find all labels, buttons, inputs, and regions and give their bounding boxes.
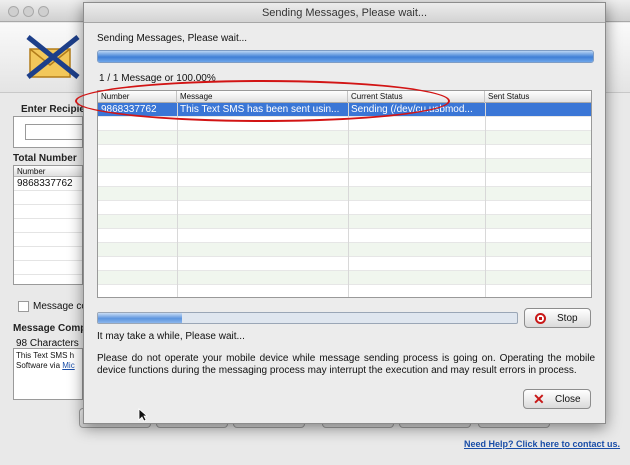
message-checkbox[interactable] [18, 301, 29, 312]
mouse-pointer-icon [138, 408, 148, 422]
table-row [98, 187, 591, 201]
close-button[interactable]: ✕ Close [523, 389, 591, 409]
total-numbers-label: Total Number [13, 153, 77, 164]
stop-button[interactable]: Stop [524, 308, 591, 328]
recipient-input[interactable] [25, 124, 83, 140]
column-divider [348, 103, 349, 297]
column-header-sent-status[interactable]: Sent Status [485, 91, 591, 103]
table-row [98, 173, 591, 187]
message-preview-link[interactable]: Mic [62, 361, 74, 370]
window-minimize-dot[interactable] [23, 6, 34, 17]
table-row [98, 243, 591, 257]
highlight-ellipse [75, 80, 450, 122]
column-divider [177, 103, 178, 297]
window-zoom-dot[interactable] [38, 6, 49, 17]
numbers-table-row [14, 247, 82, 261]
help-link[interactable]: Need Help? Click here to contact us. [464, 439, 620, 449]
window-close-dot[interactable] [8, 6, 19, 17]
message-preview-line: This Text SMS h [16, 351, 75, 360]
column-divider [485, 103, 486, 297]
cell-sent-status [485, 103, 591, 117]
numbers-table-row[interactable]: 9868337762 [14, 177, 82, 191]
numbers-table: Number 9868337762 [13, 165, 83, 285]
table-row [98, 145, 591, 159]
current-progress-bar [97, 312, 518, 324]
numbers-table-row [14, 261, 82, 275]
messages-table: Number Message Current Status Sent Statu… [97, 90, 592, 298]
stop-icon [535, 313, 546, 324]
current-progress-fill [98, 313, 182, 323]
message-checkbox-label: Message co [33, 301, 87, 312]
overall-progress-fill [98, 51, 593, 62]
message-preview-line: Software via Mic [16, 361, 80, 371]
numbers-table-row [14, 191, 82, 205]
dialog-heading: Sending Messages, Please wait... [97, 33, 248, 44]
sms-logo-icon [26, 35, 80, 79]
close-button-label: Close [555, 394, 581, 405]
table-row [98, 229, 591, 243]
table-row [98, 131, 591, 145]
warning-text: Please do not operate your mobile device… [97, 353, 595, 376]
table-row [98, 215, 591, 229]
numbers-table-row [14, 219, 82, 233]
message-textarea[interactable]: This Text SMS h Software via Mic [13, 348, 83, 400]
table-row [98, 271, 591, 285]
sending-dialog: Sending Messages, Please wait... Sending… [83, 2, 606, 424]
numbers-table-header: Number [14, 166, 82, 177]
table-row [98, 285, 591, 297]
close-icon: ✕ [533, 391, 545, 407]
dialog-title: Sending Messages, Please wait... [84, 3, 605, 23]
numbers-table-row [14, 205, 82, 219]
table-row [98, 159, 591, 173]
numbers-table-row [14, 233, 82, 247]
message-preview-text: Software via [16, 361, 63, 370]
stop-button-label: Stop [557, 313, 578, 324]
message-composer-label: Message Comp [13, 323, 87, 334]
overall-progress-bar [97, 50, 594, 63]
table-row [98, 257, 591, 271]
table-row [98, 201, 591, 215]
wait-text: It may take a while, Please wait... [97, 331, 245, 342]
